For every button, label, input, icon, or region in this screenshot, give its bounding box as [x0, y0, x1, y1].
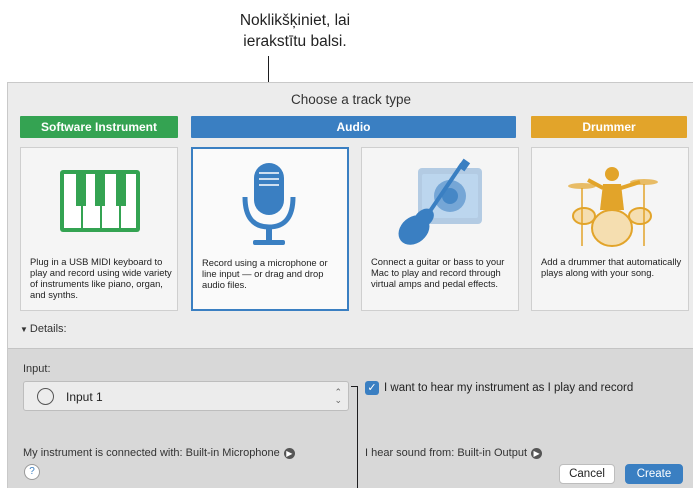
monitor-option[interactable]: ✓ I want to hear my instrument as I play …	[365, 381, 633, 395]
category-drummer: Drummer	[531, 116, 687, 138]
monitor-label: I want to hear my instrument as I play a…	[384, 382, 634, 395]
tile-description: Plug in a USB MIDI keyboard to play and …	[30, 256, 172, 300]
arrow-right-circle-icon[interactable]: ▶	[283, 447, 295, 459]
arrow-right-circle-icon[interactable]: ▶	[531, 447, 543, 459]
monitor-checkbox[interactable]: ✓	[365, 381, 379, 395]
tile-drummer[interactable]: Add a drummer that automatically plays a…	[531, 147, 689, 311]
output-label: I hear sound from: Built-in Output	[365, 447, 528, 459]
category-software-instrument: Software Instrument	[20, 116, 178, 138]
cancel-button[interactable]: Cancel	[559, 464, 615, 484]
callout-line-2: ierakstītu balsi.	[243, 33, 347, 50]
create-button[interactable]: Create	[625, 464, 683, 484]
callout-line-1: Noklikšķiniet, lai	[239, 12, 351, 29]
microphone-icon	[193, 157, 347, 257]
piano-keys-icon	[21, 156, 177, 256]
help-button[interactable]: ?	[24, 464, 40, 480]
tile-description: Add a drummer that automatically plays a…	[541, 256, 682, 278]
disclosure-triangle-icon: ▼	[20, 325, 28, 334]
tile-audio-guitar[interactable]: Connect a guitar or bass to your Mac to …	[361, 147, 519, 311]
instrument-connection: My instrument is connected with: Built-i…	[23, 447, 295, 459]
input-label: Input:	[23, 363, 51, 375]
output-connection: I hear sound from: Built-in Output ▶	[365, 447, 543, 459]
details-panel: Input: Input 1 ⌃ ⌄ ✓ I want to hear my ins…	[8, 348, 693, 488]
details-disclosure[interactable]: ▼ Details:	[20, 323, 67, 335]
details-label: Details:	[29, 323, 67, 335]
input-circle-icon	[37, 388, 54, 405]
connected-label: My instrument is connected with: Built-i…	[23, 447, 280, 459]
updown-chevron-icon: ⌃ ⌄	[334, 387, 342, 405]
tile-software-instrument[interactable]: Plug in a USB MIDI keyboard to play and …	[20, 147, 178, 311]
tile-description: Connect a guitar or bass to your Mac to …	[371, 256, 505, 289]
tile-audio-microphone[interactable]: Record using a microphone or line input …	[191, 147, 349, 311]
tile-description: Record using a microphone or line input …	[202, 257, 328, 290]
callout-annotation: Noklikšķiniet, lai ierakstītu balsi.	[210, 10, 380, 52]
category-audio: Audio	[191, 116, 516, 138]
input-select-value: Input 1	[66, 390, 103, 404]
track-type-dialog: Choose a track type Software Instrument …	[7, 82, 693, 488]
guitar-amp-icon	[362, 156, 518, 256]
input-select[interactable]: Input 1 ⌃ ⌄	[23, 381, 349, 411]
dialog-title: Choose a track type	[290, 92, 412, 107]
drummer-icon	[532, 156, 688, 256]
callout-pointer-bottom	[357, 386, 358, 488]
